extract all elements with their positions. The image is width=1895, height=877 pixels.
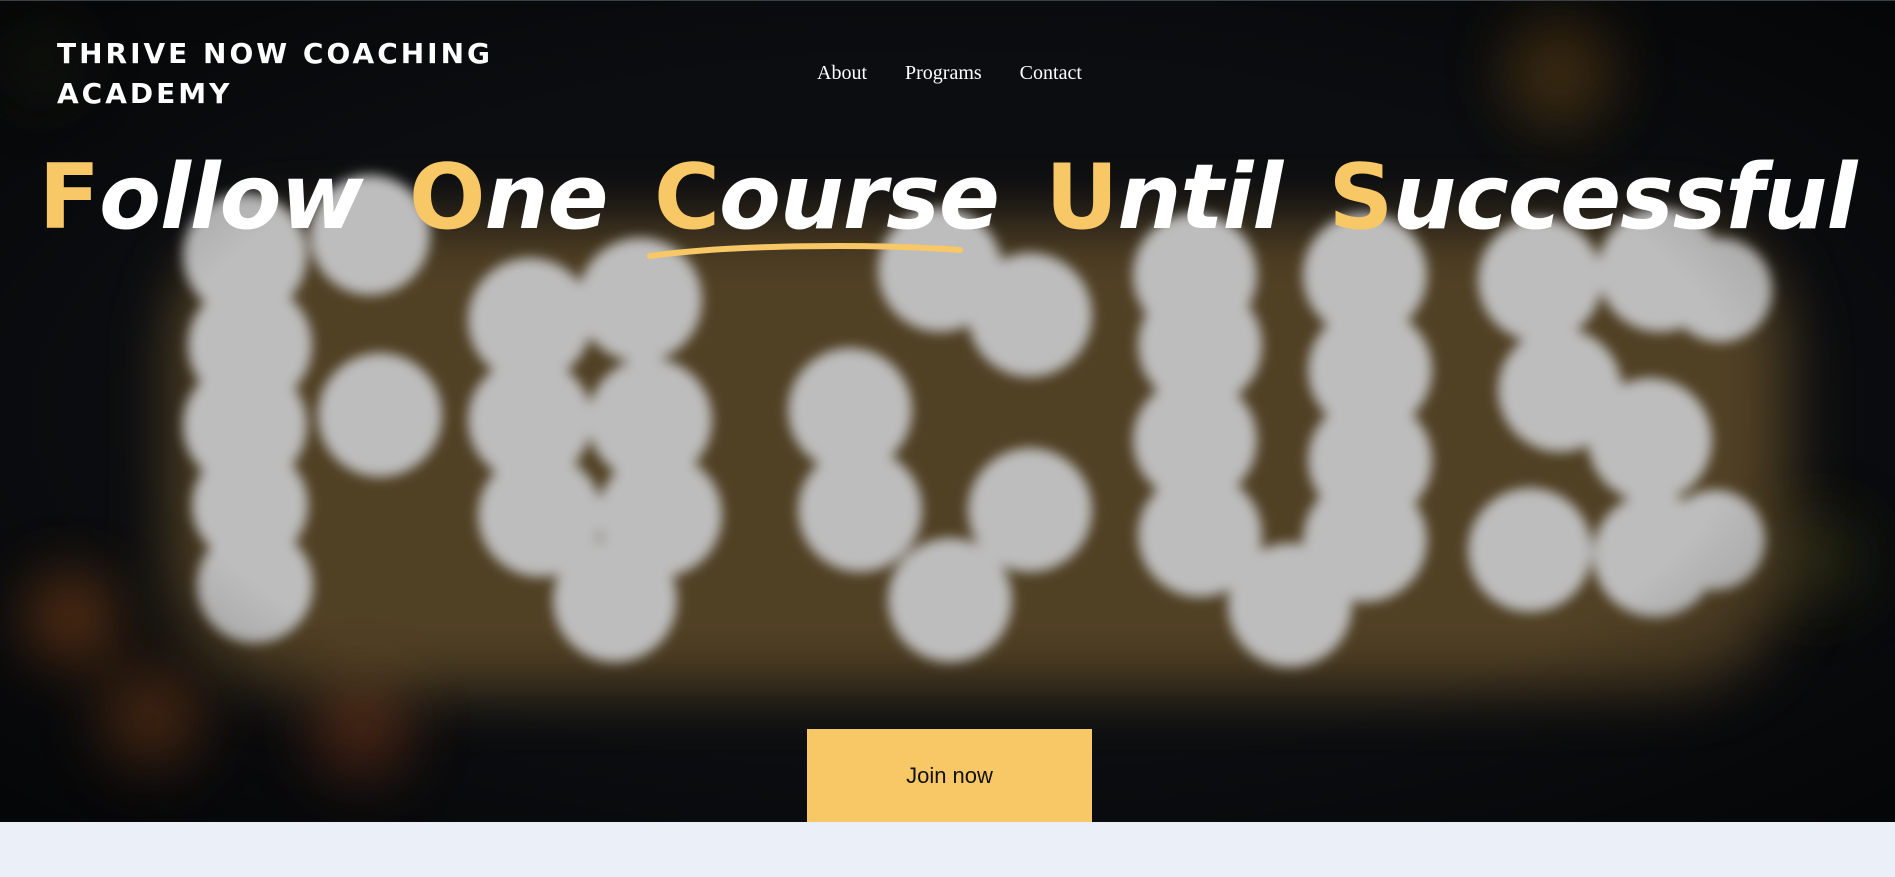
headline-underline-swoosh <box>646 243 963 259</box>
headline-initial: F <box>38 145 100 250</box>
brand-name[interactable]: THRIVE NOW COACHING ACADEMY <box>57 34 517 114</box>
headline-word-follow: Follow <box>38 145 364 250</box>
headline-initial: U <box>1045 145 1118 250</box>
headline-word-rest: uccessful <box>1392 145 1857 250</box>
nav-link-programs[interactable]: Programs <box>905 62 982 85</box>
top-border-line <box>0 0 1895 1</box>
main-navigation: About Programs Contact <box>817 62 1082 85</box>
next-section-band <box>0 822 1895 877</box>
join-now-button[interactable]: Join now <box>807 729 1092 822</box>
headline-word-one: One <box>408 145 609 250</box>
headline-initial: O <box>408 145 486 250</box>
headline-word-rest: ne <box>484 145 608 250</box>
headline-word-successful: Successful <box>1328 145 1858 250</box>
headline-word-rest: ollow <box>99 145 364 250</box>
hero-headline: Follow One Course Until Successful <box>0 145 1895 259</box>
headline-word-course: Course <box>646 145 1000 259</box>
headline-initial: S <box>1328 145 1394 250</box>
headline-word-rest: ourse <box>719 145 1000 250</box>
nav-link-contact[interactable]: Contact <box>1020 62 1082 85</box>
headline-word-until: Until <box>1045 145 1283 250</box>
headline-initial: C <box>653 145 720 250</box>
hero-section: THRIVE NOW COACHING ACADEMY About Progra… <box>0 0 1895 822</box>
nav-link-about[interactable]: About <box>817 62 867 85</box>
headline-word-rest: ntil <box>1117 145 1283 250</box>
hero-background-image <box>0 0 1895 822</box>
